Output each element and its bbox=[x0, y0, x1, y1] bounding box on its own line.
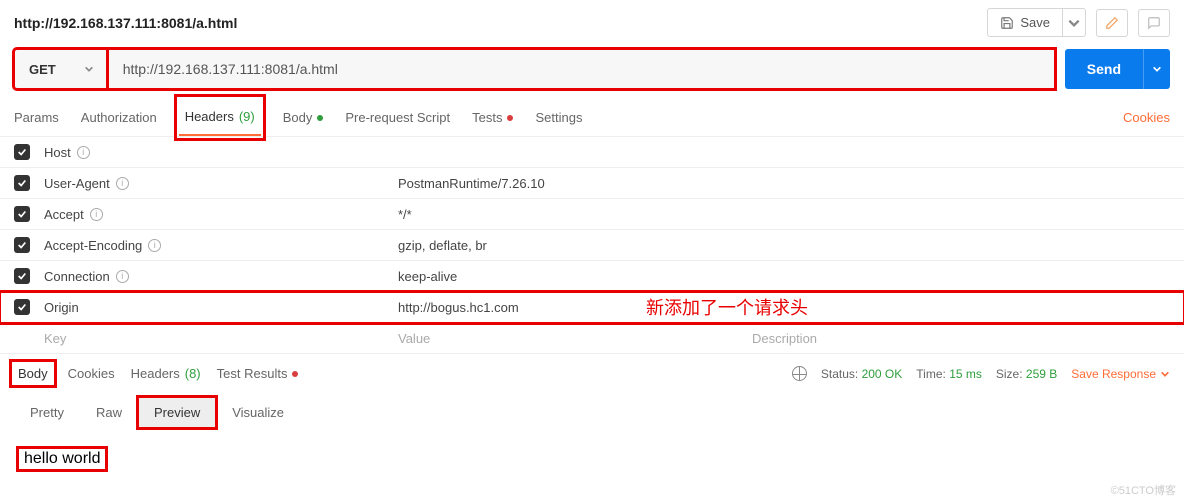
preview-body: hello world bbox=[18, 448, 106, 470]
request-name: http://192.168.137.111:8081/a.html bbox=[14, 15, 977, 31]
size-label: Size: 259 B bbox=[996, 367, 1057, 381]
dot-red-icon bbox=[507, 115, 513, 121]
tab-settings[interactable]: Settings bbox=[535, 100, 582, 135]
header-value[interactable]: */* bbox=[398, 207, 738, 222]
table-row: Originhttp://bogus.hc1.com新添加了一个请求头 bbox=[0, 292, 1184, 323]
info-icon[interactable]: i bbox=[148, 239, 161, 252]
info-icon[interactable]: i bbox=[116, 177, 129, 190]
time-label: Time: 15 ms bbox=[916, 367, 982, 381]
viewmode-visualize[interactable]: Visualize bbox=[216, 397, 300, 428]
method-select[interactable]: GET bbox=[14, 49, 108, 89]
comment-button[interactable] bbox=[1138, 9, 1170, 37]
header-value[interactable]: keep-alive bbox=[398, 269, 738, 284]
send-dropdown-button[interactable] bbox=[1143, 49, 1170, 89]
checkbox[interactable] bbox=[14, 268, 30, 284]
watermark: ©51CTO博客 bbox=[1111, 482, 1176, 498]
header-key[interactable]: Connection i bbox=[44, 269, 384, 284]
info-icon[interactable]: i bbox=[77, 146, 90, 159]
header-key[interactable]: Accept-Encoding i bbox=[44, 238, 384, 253]
cookies-link[interactable]: Cookies bbox=[1123, 110, 1170, 125]
header-key[interactable]: User-Agent i bbox=[44, 176, 384, 191]
table-row: Connection i keep-alive bbox=[0, 261, 1184, 292]
table-row: Accept-Encoding i gzip, deflate, br bbox=[0, 230, 1184, 261]
header-value-placeholder[interactable]: Value bbox=[398, 331, 738, 346]
save-button[interactable]: Save bbox=[987, 8, 1063, 37]
header-key[interactable]: Accept i bbox=[44, 207, 384, 222]
chevron-down-icon bbox=[1067, 16, 1081, 30]
send-button[interactable]: Send bbox=[1065, 49, 1143, 89]
headers-table: Host i User-Agent i PostmanRuntime/7.26.10… bbox=[0, 137, 1184, 354]
info-icon[interactable]: i bbox=[116, 270, 129, 283]
table-row: Host i bbox=[0, 137, 1184, 168]
save-response-button[interactable]: Save Response bbox=[1071, 367, 1170, 381]
dot-red-icon bbox=[292, 371, 298, 377]
header-key[interactable]: Origin bbox=[44, 300, 384, 315]
save-dropdown-button[interactable] bbox=[1063, 8, 1086, 37]
tab-body[interactable]: Body bbox=[283, 100, 324, 135]
resp-tab-headers[interactable]: Headers (8) bbox=[131, 362, 201, 385]
header-key[interactable]: Host i bbox=[44, 145, 384, 160]
header-value[interactable]: PostmanRuntime/7.26.10 bbox=[398, 176, 738, 191]
edit-button[interactable] bbox=[1096, 9, 1128, 37]
tab-prerequest[interactable]: Pre-request Script bbox=[345, 100, 450, 135]
annotation: 新添加了一个请求头 bbox=[646, 294, 808, 320]
tab-headers[interactable]: Headers (9) bbox=[179, 99, 261, 136]
pencil-icon bbox=[1105, 16, 1119, 30]
resp-tab-body[interactable]: Body bbox=[14, 364, 52, 383]
dot-green-icon bbox=[317, 115, 323, 121]
resp-tab-test-results[interactable]: Test Results bbox=[217, 362, 299, 385]
viewmode-preview[interactable]: Preview bbox=[138, 397, 216, 428]
checkbox[interactable] bbox=[14, 206, 30, 222]
checkbox[interactable] bbox=[14, 237, 30, 253]
chevron-down-icon bbox=[84, 64, 94, 74]
header-desc-placeholder[interactable]: Description bbox=[752, 331, 1170, 346]
viewmode-raw[interactable]: Raw bbox=[80, 397, 138, 428]
tab-authorization[interactable]: Authorization bbox=[81, 100, 157, 135]
info-icon[interactable]: i bbox=[90, 208, 103, 221]
tab-params[interactable]: Params bbox=[14, 100, 59, 135]
url-input[interactable] bbox=[108, 49, 1055, 89]
checkbox-empty bbox=[14, 330, 30, 346]
table-row: Accept i */* bbox=[0, 199, 1184, 230]
viewmode-pretty[interactable]: Pretty bbox=[14, 397, 80, 428]
checkbox[interactable] bbox=[14, 144, 30, 160]
comment-icon bbox=[1147, 16, 1161, 30]
chevron-down-icon bbox=[1160, 369, 1170, 379]
header-value[interactable]: gzip, deflate, br bbox=[398, 238, 738, 253]
resp-tab-cookies[interactable]: Cookies bbox=[68, 362, 115, 385]
checkbox[interactable] bbox=[14, 299, 30, 315]
save-icon bbox=[1000, 16, 1014, 30]
table-row: User-Agent i PostmanRuntime/7.26.10 bbox=[0, 168, 1184, 199]
table-row-placeholder[interactable]: Key Value Description bbox=[0, 323, 1184, 354]
checkbox[interactable] bbox=[14, 175, 30, 191]
globe-icon[interactable] bbox=[792, 366, 807, 381]
status-label: Status: 200 OK bbox=[821, 367, 902, 381]
chevron-down-icon bbox=[1152, 64, 1162, 74]
tab-tests[interactable]: Tests bbox=[472, 100, 513, 135]
header-key-placeholder[interactable]: Key bbox=[44, 331, 384, 346]
